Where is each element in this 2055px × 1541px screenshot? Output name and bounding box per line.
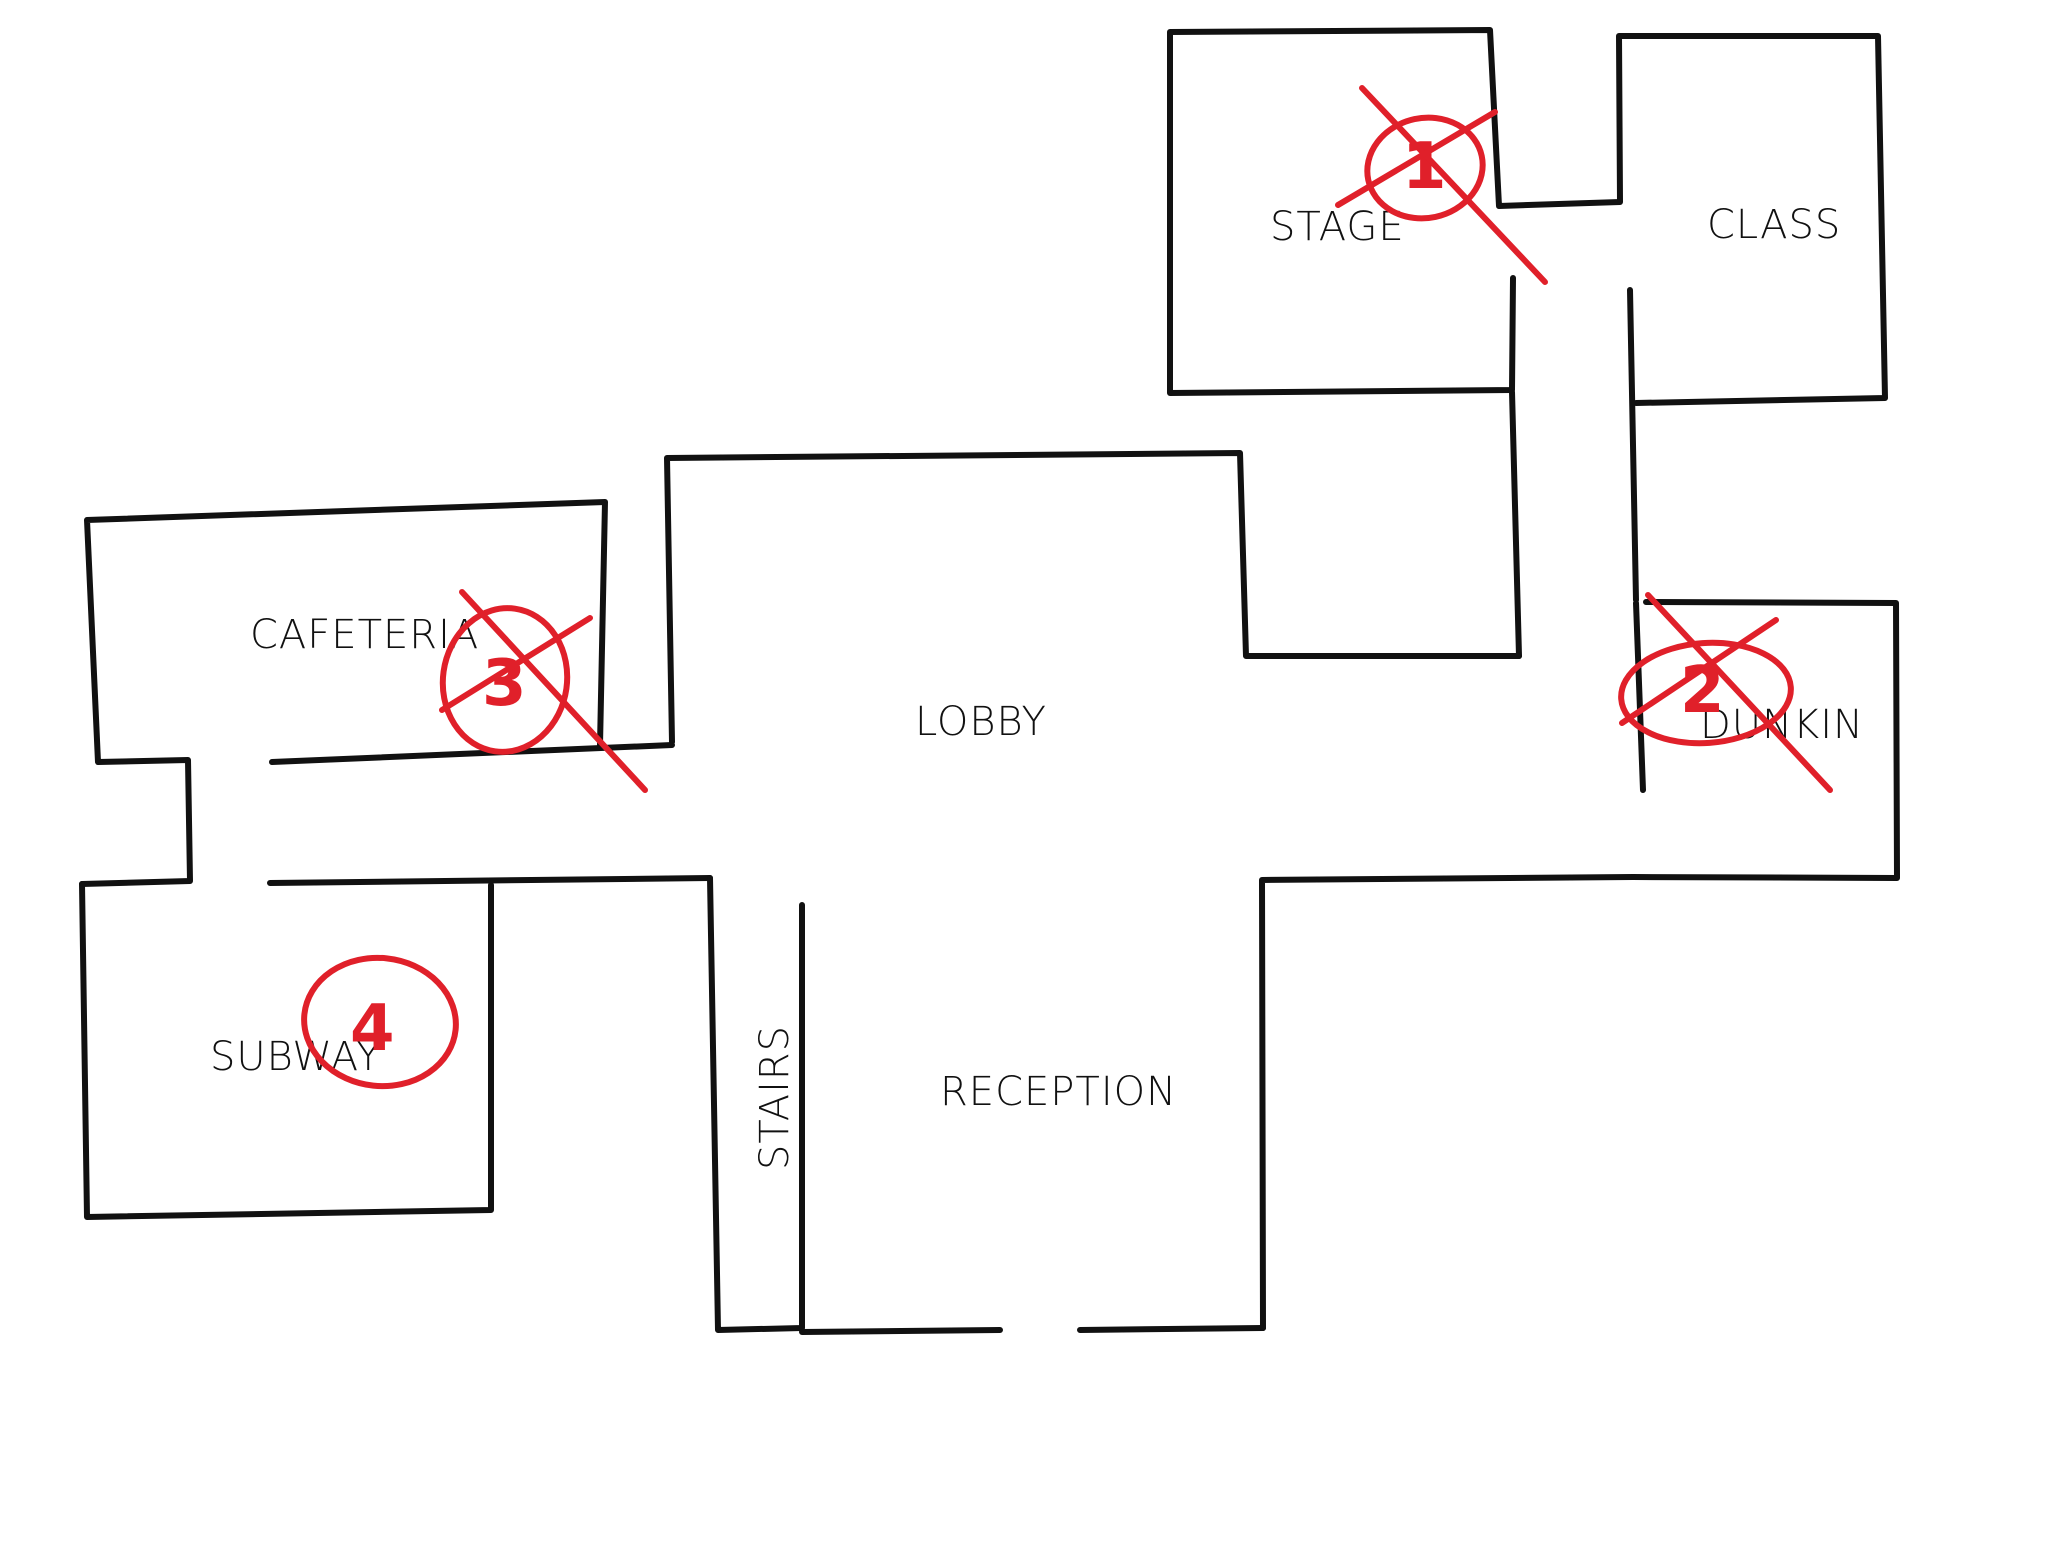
marker-stage: 1 <box>1335 85 1548 285</box>
stage-label: STAGE <box>1270 204 1405 250</box>
reception-bottom-wall-right <box>1077 1325 1266 1333</box>
cafeteria-walls <box>79 499 608 887</box>
stairs-label: STAIRS <box>752 1025 798 1170</box>
marker-number: 2 <box>1680 654 1725 728</box>
reception-label: RECEPTION <box>940 1069 1177 1115</box>
subway-top-wall <box>267 875 713 886</box>
cross-mark <box>1645 592 1833 793</box>
corridor-inner-wall <box>1633 600 1646 793</box>
corridor-left-wall <box>1509 389 1522 659</box>
marker-dunkin: 2 <box>1618 592 1833 793</box>
class-label: CLASS <box>1707 202 1841 248</box>
lobby-label: LOBBY <box>915 699 1047 745</box>
marker-number: 4 <box>350 992 395 1066</box>
lobby-walls <box>664 450 1522 745</box>
red-markers: 1 2 3 4 <box>301 85 1833 1090</box>
reception-bottom-wall-left <box>799 1327 1003 1335</box>
floor-plan-map: STAGE CLASS CAFETERIA LOBBY DUNKIN SUBWA… <box>79 27 1900 1335</box>
cross-mark <box>1359 85 1548 285</box>
corridor-right-wall <box>1627 287 1639 603</box>
cafeteria-label: CAFETERIA <box>250 612 479 658</box>
